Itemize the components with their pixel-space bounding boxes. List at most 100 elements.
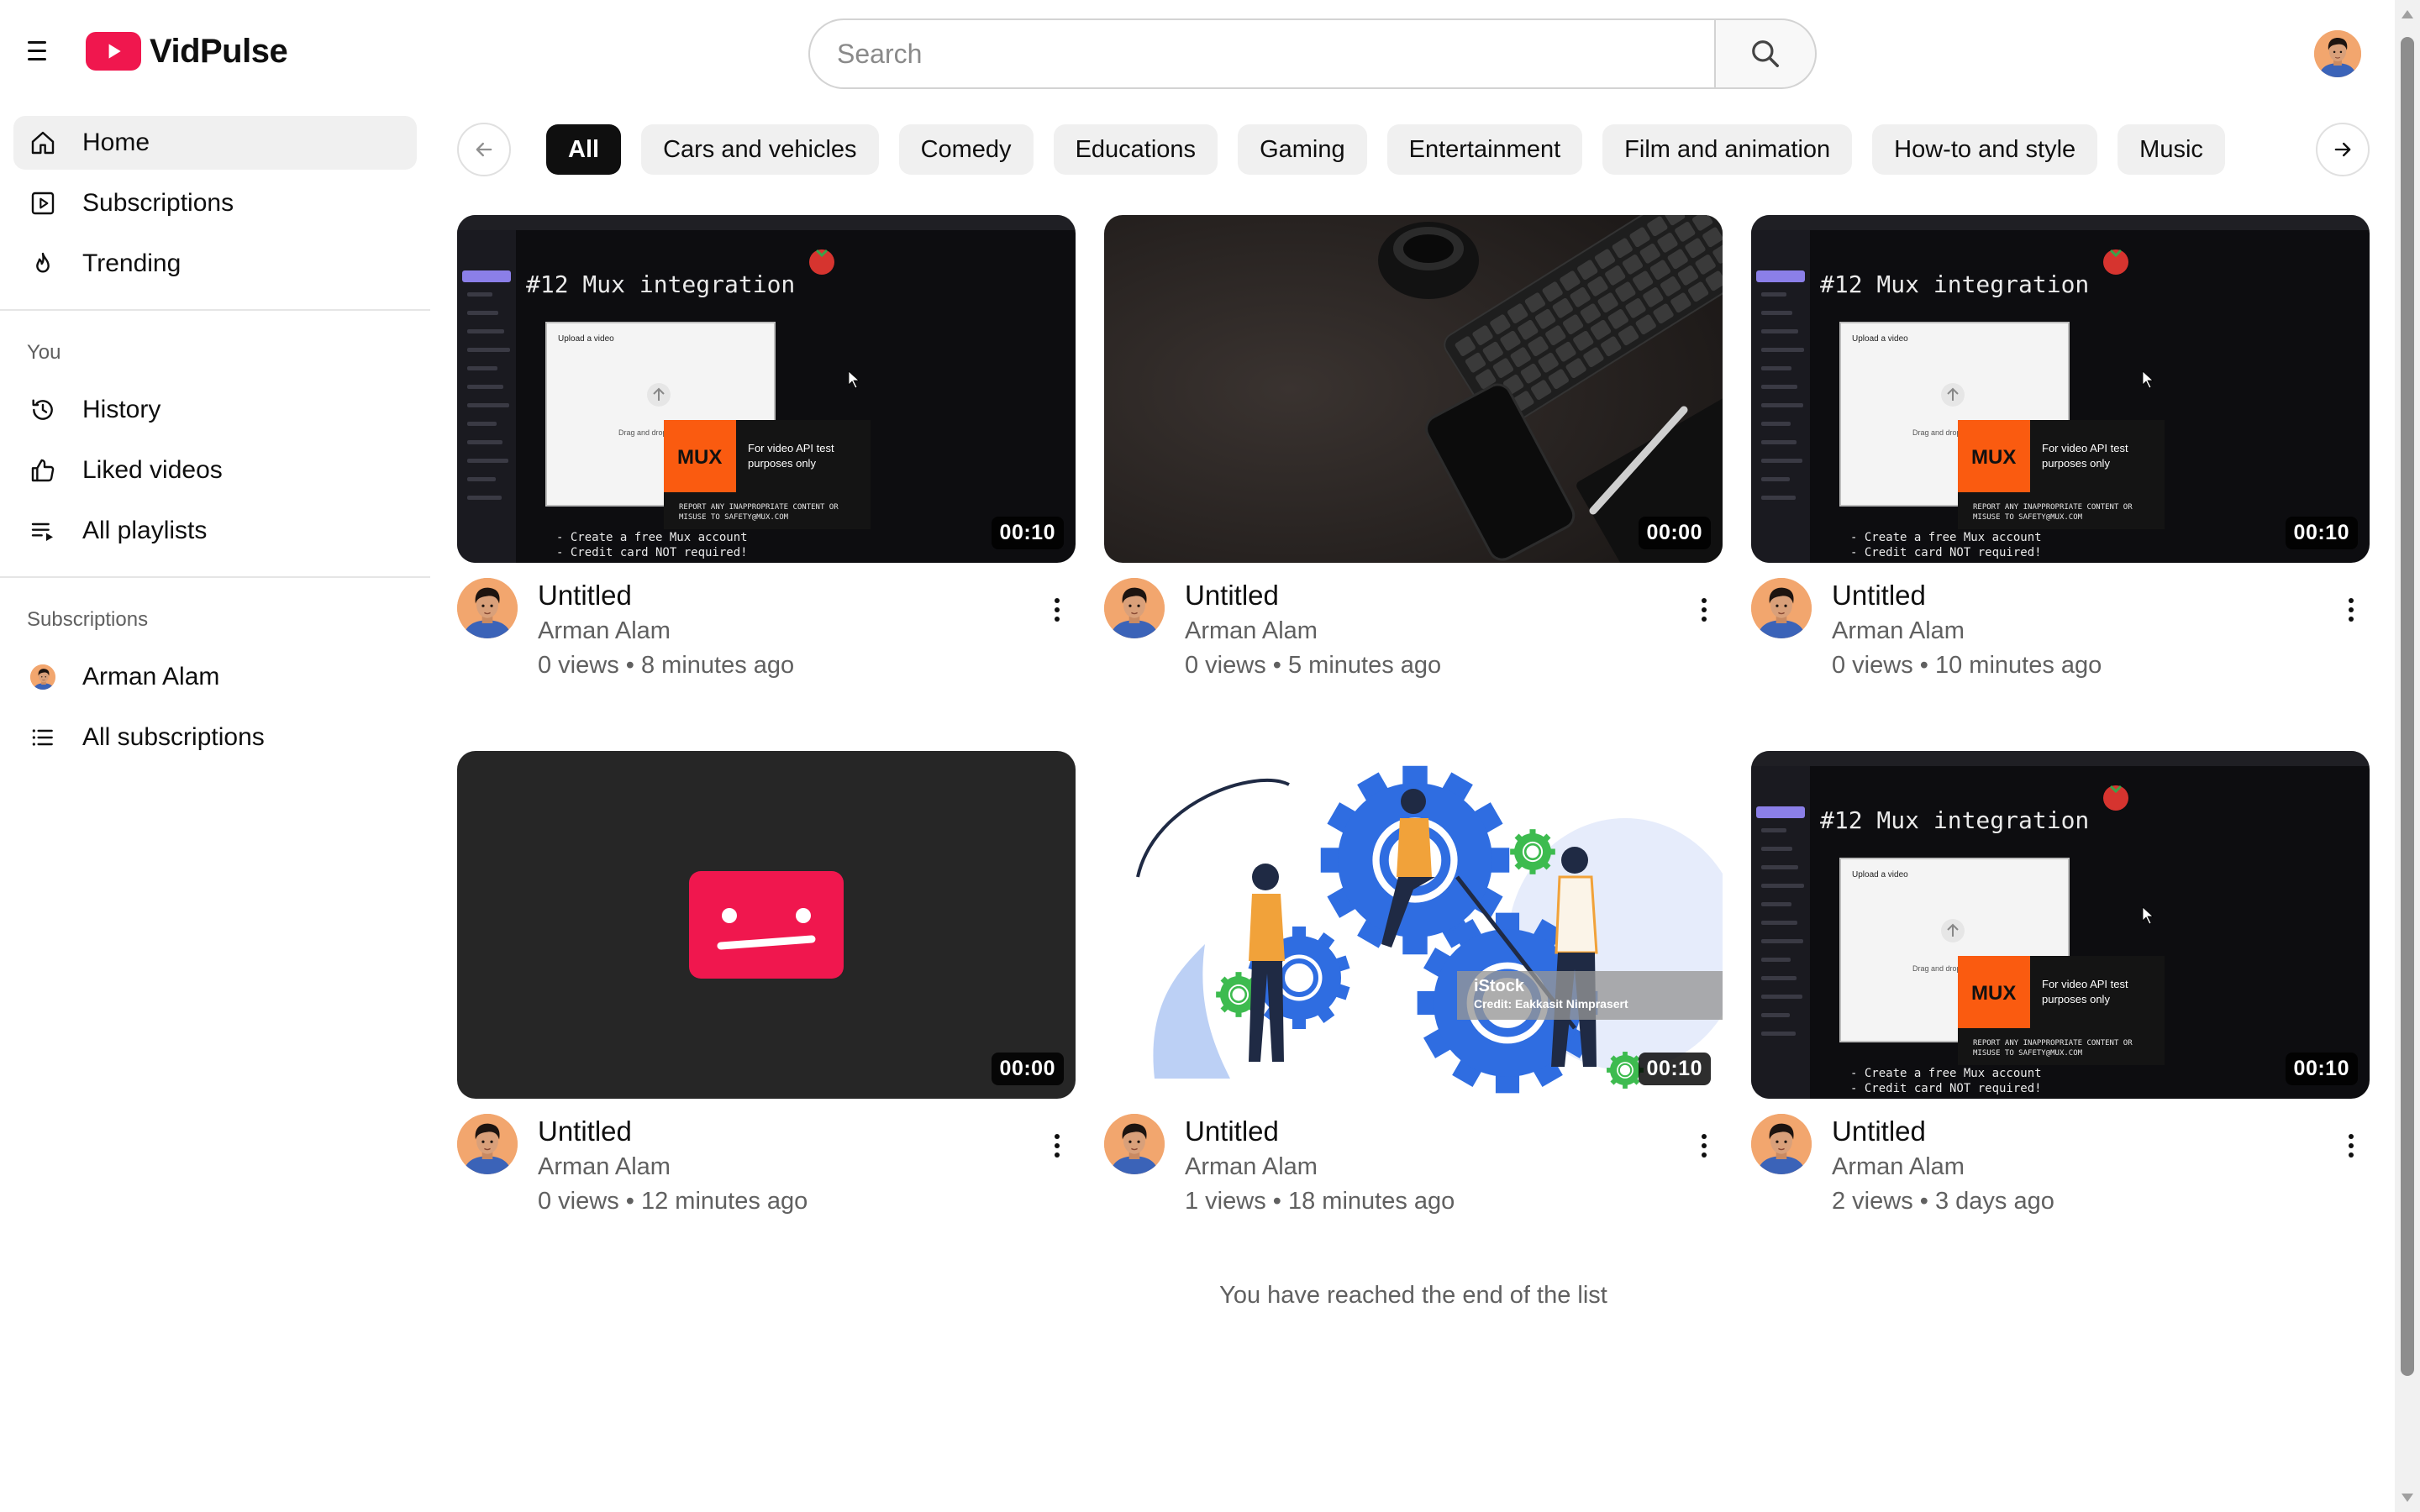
more-options-icon[interactable]: [2333, 591, 2370, 628]
sidebar-item-label: All playlists: [82, 517, 208, 544]
menu-icon[interactable]: [20, 34, 54, 67]
channel-name[interactable]: Arman Alam: [1185, 613, 1686, 648]
video-meta: Untitled Arman Alam 0 views • 5 minutes ag…: [1104, 578, 1723, 682]
sidebar-item-arman-alam[interactable]: Arman Alam: [13, 650, 417, 704]
channel-name[interactable]: Arman Alam: [1832, 613, 2333, 648]
sidebar-item-subscriptions[interactable]: Subscriptions: [13, 176, 417, 230]
stats-separator: •: [1919, 652, 1928, 679]
video-thumbnail[interactable]: 00:00: [1104, 215, 1723, 563]
sidebar-item-label: All subscriptions: [82, 723, 265, 751]
sidebar-item-all-playlists[interactable]: All playlists: [13, 504, 417, 558]
person-avatar-icon: [1104, 1114, 1165, 1174]
more-options-icon[interactable]: [1039, 1127, 1076, 1164]
video-stats: 2 views • 3 days ago: [1832, 1184, 2333, 1218]
upload-age: 8 minutes ago: [640, 652, 795, 679]
sidebar-divider: [0, 576, 430, 578]
logo[interactable]: VidPulse: [86, 32, 288, 71]
channel-name[interactable]: Arman Alam: [538, 613, 1039, 648]
sidebar-item-liked-videos[interactable]: Liked videos: [13, 444, 417, 497]
chip-film-and-animation[interactable]: Film and animation: [1602, 124, 1853, 175]
flame-icon: [29, 249, 57, 278]
chip-all[interactable]: All: [546, 124, 622, 175]
video-title[interactable]: Untitled: [538, 1114, 1039, 1149]
video-title[interactable]: Untitled: [1832, 578, 2333, 613]
video-title[interactable]: Untitled: [1832, 1114, 2333, 1149]
thumb-text: MISUSE TO SAFETY@MUX.COM: [679, 513, 789, 522]
chip-how-to-and-style[interactable]: How-to and style: [1872, 124, 2098, 175]
thumb-text: #12 Mux integration: [526, 270, 795, 298]
chip-entertainment[interactable]: Entertainment: [1386, 124, 1583, 175]
chip-list: All Cars and vehicles Comedy Educations Gami…: [546, 123, 2282, 176]
channel-avatar[interactable]: [1104, 578, 1165, 638]
video-stats: 0 views • 12 minutes ago: [538, 1184, 1039, 1218]
thumb-text: - Credit card NOT required!: [556, 546, 748, 559]
channel-name[interactable]: Arman Alam: [538, 1149, 1039, 1184]
duration-badge: 00:00: [991, 1053, 1064, 1085]
sidebar-item-home[interactable]: Home: [13, 116, 417, 170]
more-options-icon[interactable]: [1039, 591, 1076, 628]
history-icon: [29, 396, 57, 424]
user-avatar[interactable]: [2314, 30, 2361, 77]
chip-educations[interactable]: Educations: [1053, 124, 1218, 175]
more-options-icon[interactable]: [1686, 1127, 1723, 1164]
chips-scroll-left-button[interactable]: [457, 123, 511, 176]
video-thumbnail[interactable]: 00:00: [457, 751, 1076, 1099]
thumb-text: Upload a video: [1852, 334, 1908, 344]
thumb-text: Upload a video: [558, 334, 614, 344]
video-thumbnail[interactable]: iStock Credit: Eakkasit Nimprasert 00:10: [1104, 751, 1723, 1099]
view-count: 2 views: [1832, 1188, 1913, 1215]
more-options-icon[interactable]: [1686, 591, 1723, 628]
thumb-text: - Credit card NOT required!: [1850, 546, 2042, 559]
channel-avatar[interactable]: [1751, 1114, 1812, 1174]
scrollbar[interactable]: [2395, 0, 2420, 1512]
chips-scroll-right-button[interactable]: [2316, 123, 2370, 176]
video-thumbnail[interactable]: #12 Mux integration Upload a video Drag an…: [1751, 751, 2370, 1099]
channel-name[interactable]: Arman Alam: [1832, 1149, 2333, 1184]
scroll-up-arrow-icon[interactable]: [2402, 10, 2413, 18]
scroll-down-arrow-icon[interactable]: [2402, 1494, 2413, 1502]
video-title[interactable]: Untitled: [1185, 1114, 1686, 1149]
video-title[interactable]: Untitled: [538, 578, 1039, 613]
scrollbar-thumb[interactable]: [2401, 37, 2414, 1376]
stats-separator: •: [1272, 1188, 1281, 1215]
video-card[interactable]: #12 Mux integration Upload a video Drag an…: [1751, 751, 2370, 1218]
thumb-text: purposes only: [2042, 457, 2110, 470]
chip-comedy[interactable]: Comedy: [898, 124, 1034, 175]
channel-name[interactable]: Arman Alam: [1185, 1149, 1686, 1184]
upload-age: 10 minutes ago: [1934, 652, 2102, 679]
video-card[interactable]: iStock Credit: Eakkasit Nimprasert 00:10 Un…: [1104, 751, 1723, 1218]
error-face-icon: [689, 871, 844, 979]
video-card[interactable]: 00:00 Untitled Arman Alam 0 views • 5 minut…: [1104, 215, 1723, 682]
search-bar: [808, 18, 1817, 89]
video-grid: #12 Mux integration Upload a video Drag an…: [457, 215, 2370, 1218]
channel-avatar[interactable]: [457, 578, 518, 638]
channel-avatar[interactable]: [1104, 1114, 1165, 1174]
search-input[interactable]: [808, 18, 1714, 89]
playlist-icon: [29, 517, 57, 545]
chip-music[interactable]: Music: [2118, 124, 2225, 175]
thumb-text: #12 Mux integration: [1820, 806, 2089, 834]
thumb-text: - Credit card NOT required!: [1850, 1082, 2042, 1095]
channel-avatar[interactable]: [457, 1114, 518, 1174]
chip-gaming[interactable]: Gaming: [1238, 124, 1367, 175]
thumb-text: MUX: [1971, 446, 2016, 469]
search-button[interactable]: [1714, 18, 1817, 89]
chip-cars-and-vehicles[interactable]: Cars and vehicles: [641, 124, 879, 175]
upload-age: 12 minutes ago: [640, 1188, 808, 1215]
person-avatar-icon: [1751, 578, 1812, 638]
sidebar-item-trending[interactable]: Trending: [13, 237, 417, 291]
video-thumbnail[interactable]: #12 Mux integration Upload a video Drag an…: [1751, 215, 2370, 563]
stats-separator: •: [625, 652, 634, 679]
video-card[interactable]: #12 Mux integration Upload a video Drag an…: [457, 215, 1076, 682]
video-card[interactable]: #12 Mux integration Upload a video Drag an…: [1751, 215, 2370, 682]
video-thumbnail[interactable]: #12 Mux integration Upload a video Drag an…: [457, 215, 1076, 563]
sidebar-item-all-subscriptions[interactable]: All subscriptions: [13, 711, 417, 764]
channel-avatar[interactable]: [1751, 578, 1812, 638]
sidebar-item-history[interactable]: History: [13, 383, 417, 437]
more-options-icon[interactable]: [2333, 1127, 2370, 1164]
thumb-text: purposes only: [2042, 993, 2110, 1005]
video-card[interactable]: 00:00 Untitled Arman Alam 0 views • 12 minu…: [457, 751, 1076, 1218]
video-meta: Untitled Arman Alam 0 views • 12 minutes a…: [457, 1114, 1076, 1218]
video-title[interactable]: Untitled: [1185, 578, 1686, 613]
end-of-list-note: You have reached the end of the list: [1219, 1282, 1607, 1309]
